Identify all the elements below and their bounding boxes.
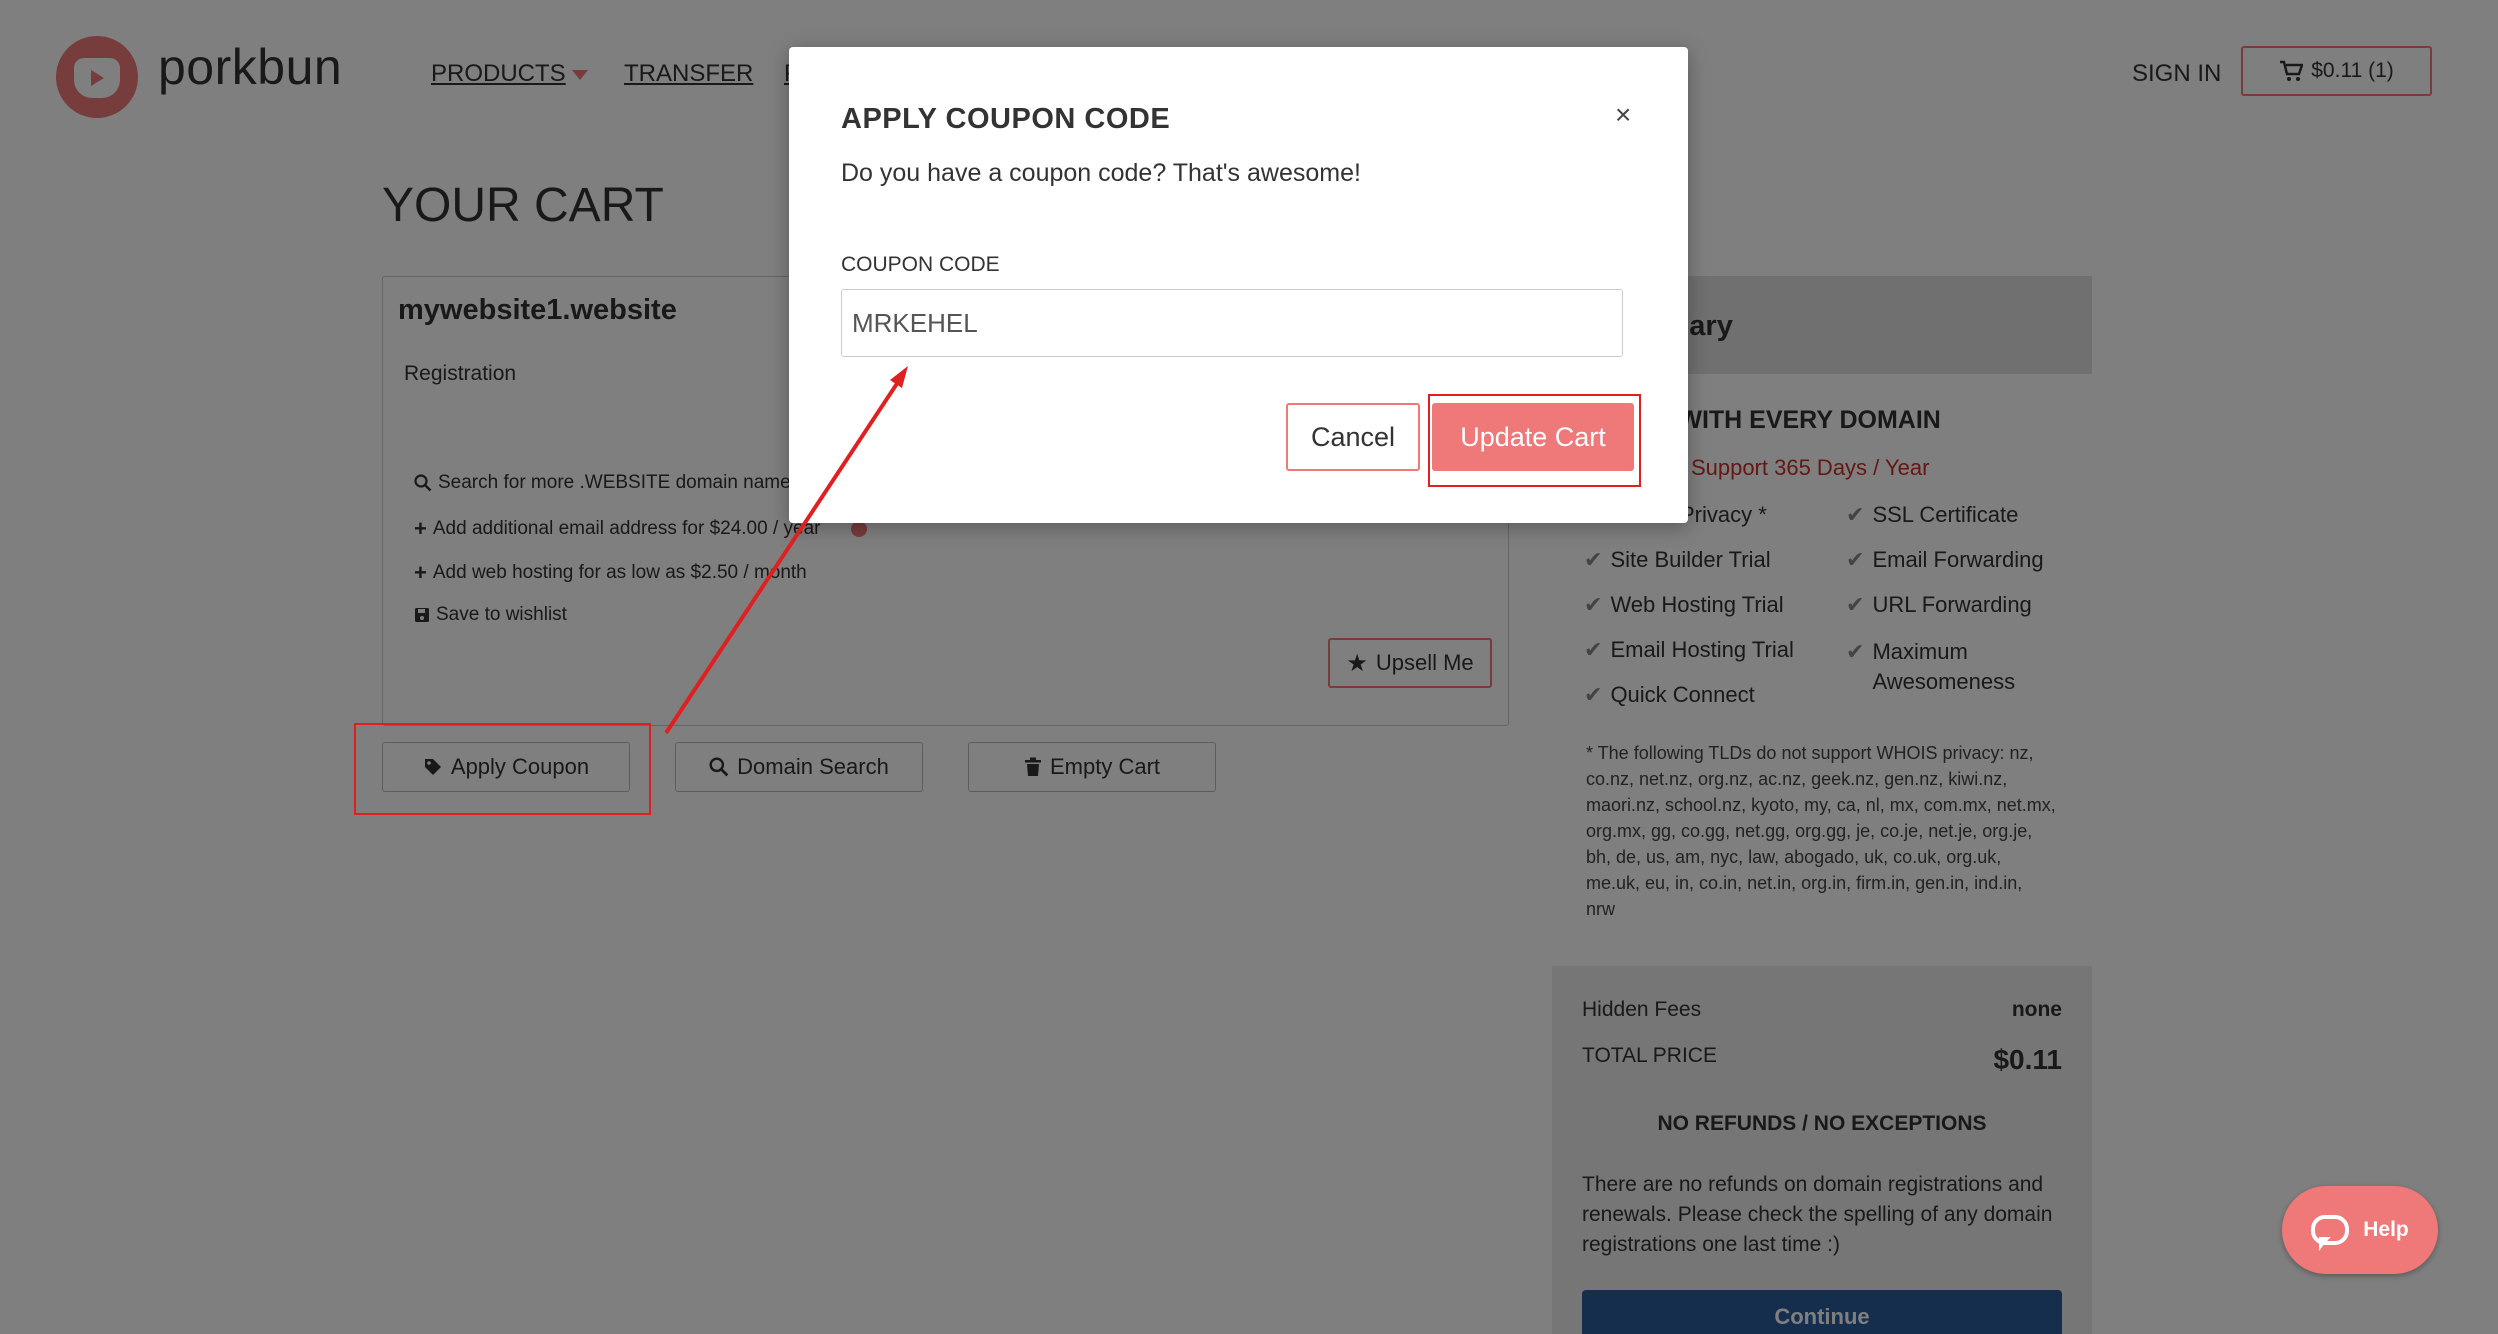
- annotation-highlight-box: [1428, 394, 1641, 487]
- coupon-code-label: COUPON CODE: [841, 253, 1000, 276]
- close-icon[interactable]: ×: [1615, 99, 1631, 131]
- cancel-button[interactable]: Cancel: [1286, 403, 1420, 471]
- modal-subtitle: Do you have a coupon code? That's awesom…: [841, 159, 1361, 187]
- annotation-highlight-box: [354, 723, 651, 815]
- modal-title: APPLY COUPON CODE: [841, 103, 1171, 135]
- help-button[interactable]: Help: [2282, 1186, 2438, 1274]
- coupon-code-input[interactable]: [841, 289, 1623, 357]
- chat-bubble-icon: [2311, 1215, 2350, 1251]
